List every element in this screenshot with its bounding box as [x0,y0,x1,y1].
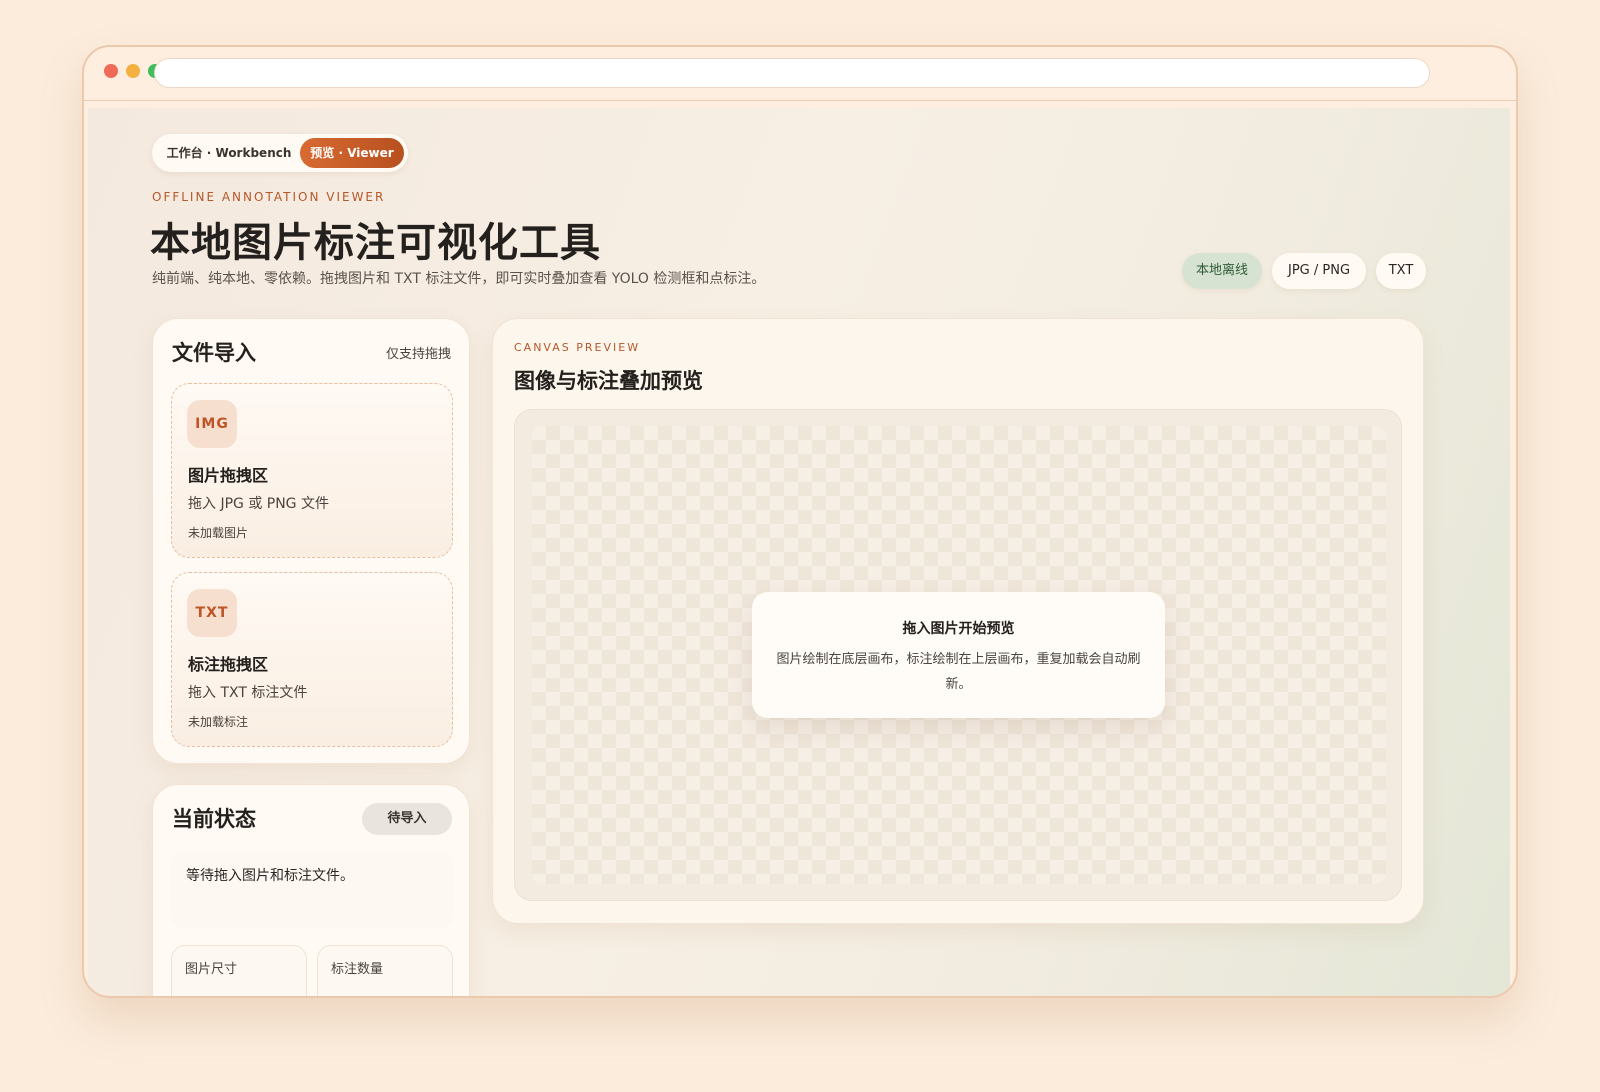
image-drop-zone[interactable]: IMG 图片拖拽区 拖入 JPG 或 PNG 文件 未加载图片 [171,383,453,558]
import-title: 文件导入 [172,341,256,365]
file-import-card: 文件导入 仅支持拖拽 IMG 图片拖拽区 拖入 JPG 或 PNG 文件 未加载… [152,318,470,764]
minimize-window-button[interactable] [126,64,140,78]
image-file-icon: IMG [187,400,237,448]
title-bar [84,47,1516,101]
label-drop-desc: 拖入 TXT 标注文件 [188,685,308,701]
import-note: 仅支持拖拽 [385,347,451,362]
stat-annotation-count: 标注数量 [317,945,453,996]
tab-viewer[interactable]: 预览 · Viewer [300,138,404,168]
chip-image-formats: JPG / PNG [1272,253,1366,289]
tab-workbench[interactable]: 工作台 · Workbench [158,138,300,168]
view-switcher: 工作台 · Workbench 预览 · Viewer [152,134,408,172]
label-load-state: 未加载标注 [188,715,249,729]
stat-label: 图片尺寸 [185,962,238,977]
image-load-state: 未加载图片 [188,526,249,540]
stat-image-size: 图片尺寸 [171,945,307,996]
canvas-stage: 拖入图片开始预览 图片绘制在底层画布，标注绘制在上层画布，重复加载会自动刷新。 [514,409,1402,901]
chip-offline: 本地离线 [1182,253,1262,289]
header-eyebrow: OFFLINE ANNOTATION VIEWER [152,190,386,204]
status-badge: 待导入 [362,803,452,835]
stat-label: 标注数量 [331,962,384,977]
page-title: 本地图片标注可视化工具 [150,220,601,266]
image-drop-desc: 拖入 JPG 或 PNG 文件 [188,496,329,512]
hint-title: 拖入图片开始预览 [902,621,1015,637]
status-card: 当前状态 待导入 等待拖入图片和标注文件。 图片尺寸 标注数量 [152,784,470,996]
label-drop-zone[interactable]: TXT 标注拖拽区 拖入 TXT 标注文件 未加载标注 [171,572,453,747]
browser-window: 工作台 · Workbench 预览 · Viewer OFFLINE ANNO… [82,45,1518,998]
close-window-button[interactable] [104,64,118,78]
status-message: 等待拖入图片和标注文件。 [171,851,453,929]
preview-title: 图像与标注叠加预览 [514,369,703,393]
label-drop-title: 标注拖拽区 [188,655,269,674]
address-bar[interactable] [154,58,1430,88]
text-file-icon: TXT [187,589,237,637]
chip-txt: TXT [1376,253,1426,289]
status-title: 当前状态 [172,807,256,831]
app-content: 工作台 · Workbench 预览 · Viewer OFFLINE ANNO… [88,108,1510,996]
page-subtitle: 纯前端、纯本地、零依赖。拖拽图片和 TXT 标注文件，即可实时叠加查看 YOLO… [152,271,766,287]
hint-description: 图片绘制在底层画布，标注绘制在上层画布，重复加载会自动刷新。 [776,652,1141,692]
canvas-preview-card: CANVAS PREVIEW 图像与标注叠加预览 拖入图片开始预览 图片绘制在底… [492,318,1424,924]
preview-eyebrow: CANVAS PREVIEW [514,341,641,354]
image-drop-title: 图片拖拽区 [188,466,269,485]
empty-state-hint: 拖入图片开始预览 图片绘制在底层画布，标注绘制在上层画布，重复加载会自动刷新。 [752,592,1165,718]
